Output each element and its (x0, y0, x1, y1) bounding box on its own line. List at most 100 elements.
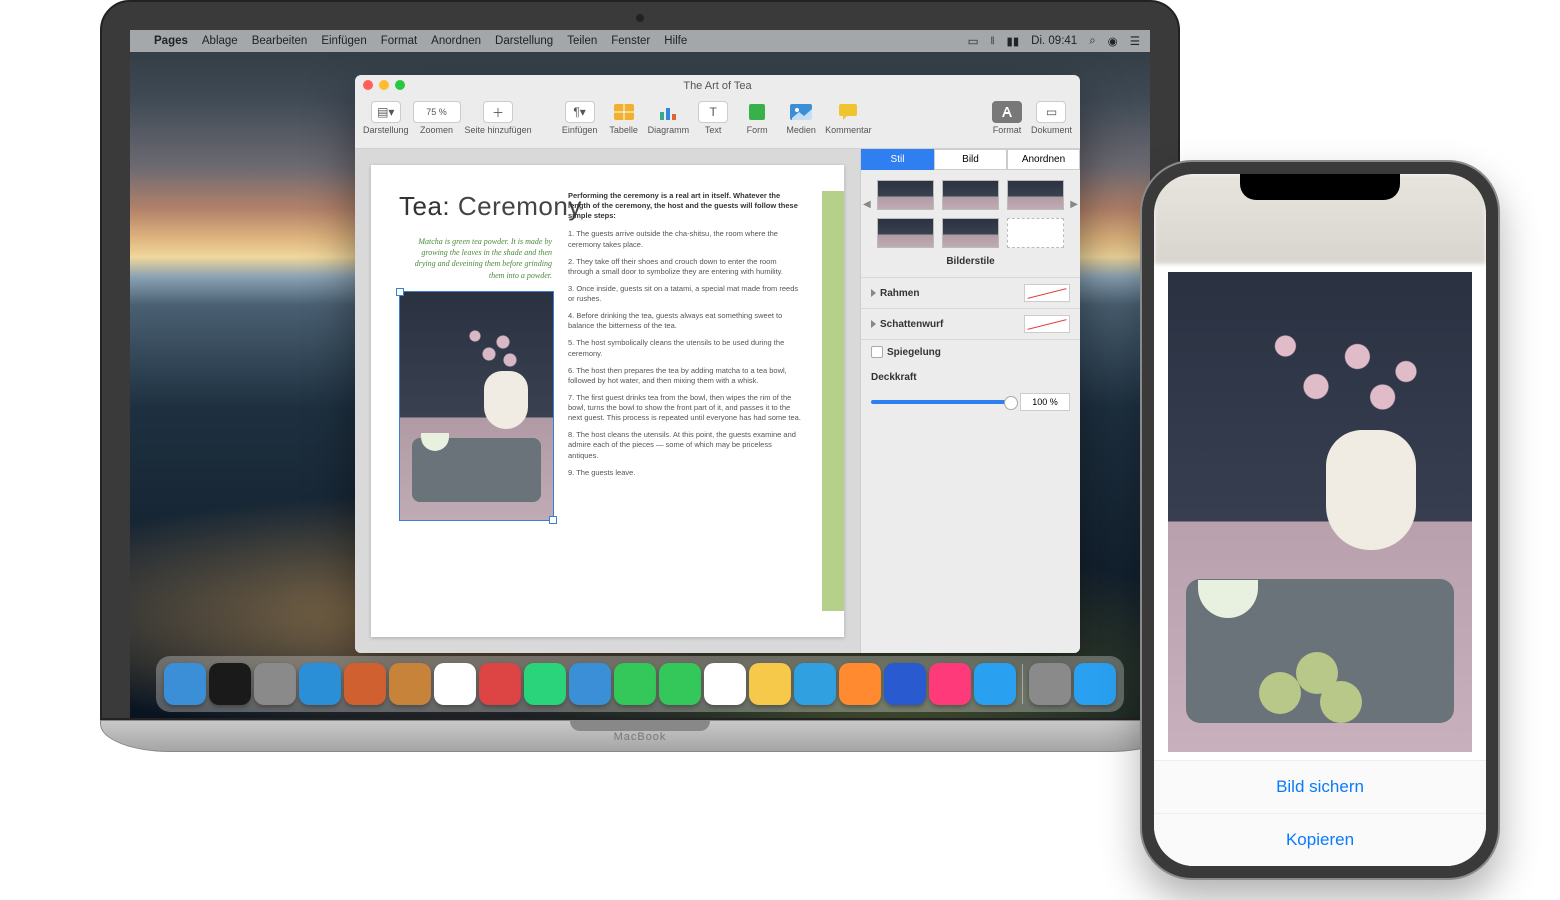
minimize-button[interactable] (379, 80, 389, 90)
document-button[interactable]: ▭Dokument (1031, 101, 1072, 135)
iphone-screen: Bild sichern Kopieren (1154, 174, 1486, 866)
style-thumb[interactable] (942, 180, 999, 210)
intro-text: Performing the ceremony is a real art in… (568, 191, 802, 221)
style-thumb[interactable] (877, 218, 934, 248)
page: Tea: Ceremony Matcha is green tea powder… (371, 165, 844, 637)
menu-einfuegen[interactable]: Einfügen (321, 35, 366, 47)
spotlight-icon[interactable]: ⌕ (1089, 35, 1095, 48)
dock-app[interactable] (479, 663, 521, 705)
copy-button[interactable]: Kopieren (1154, 813, 1486, 866)
menu-fenster[interactable]: Fenster (611, 35, 650, 47)
reflection-row: Spiegelung (861, 339, 1080, 364)
menu-format[interactable]: Format (381, 35, 417, 47)
opacity-slider[interactable] (871, 400, 1012, 404)
tab-stil[interactable]: Stil (861, 149, 934, 170)
next-styles-icon[interactable]: ▶ (1070, 199, 1078, 210)
dock-app[interactable] (299, 663, 341, 705)
dock-app[interactable] (569, 663, 611, 705)
menubar-clock[interactable]: Di. 09:41 (1031, 35, 1077, 47)
dock-app[interactable] (839, 663, 881, 705)
window-title: The Art of Tea (683, 80, 751, 92)
chart-button[interactable]: Diagramm (648, 101, 690, 135)
add-page-button[interactable]: ＋Seite hinzufügen (465, 101, 532, 135)
menu-hilfe[interactable]: Hilfe (664, 35, 687, 47)
image-styles-label: Bilderstile (861, 256, 1080, 267)
iphone-photo-preview[interactable] (1168, 272, 1472, 752)
image-styles-grid: ◀ ▶ (861, 170, 1080, 252)
siri-icon[interactable]: ◉ (1108, 34, 1118, 48)
tab-anordnen[interactable]: Anordnen (1007, 149, 1080, 170)
view-button[interactable]: ▤▾Darstellung (363, 101, 409, 135)
disclosure-icon (871, 289, 876, 297)
shadow-row[interactable]: Schattenwurf (861, 308, 1080, 339)
dock-app[interactable] (929, 663, 971, 705)
style-thumb[interactable] (942, 218, 999, 248)
menu-darstellung[interactable]: Darstellung (495, 35, 553, 47)
dock-app[interactable] (254, 663, 296, 705)
camera-icon (636, 14, 644, 22)
table-button[interactable]: Tabelle (604, 101, 644, 135)
text-button[interactable]: TText (693, 101, 733, 135)
iphone-device: Bild sichern Kopieren (1140, 160, 1500, 880)
window-titlebar[interactable]: The Art of Tea (355, 75, 1080, 97)
dock-app[interactable] (614, 663, 656, 705)
notifications-icon[interactable]: ☰ (1130, 34, 1140, 48)
app-menu[interactable]: Pages (154, 35, 188, 47)
macbook-label: MacBook (614, 731, 667, 743)
airplay-icon[interactable]: ▭ (968, 34, 979, 48)
shape-button[interactable]: Form (737, 101, 777, 135)
menu-teilen[interactable]: Teilen (567, 35, 597, 47)
dock-app[interactable] (704, 663, 746, 705)
reflection-checkbox[interactable] (871, 346, 883, 358)
macbook-bezel: Pages Ablage Bearbeiten Einfügen Format … (100, 0, 1180, 720)
prev-styles-icon[interactable]: ◀ (863, 199, 871, 210)
page-title: Tea: Ceremony (399, 191, 554, 222)
close-button[interactable] (363, 80, 373, 90)
insert-button[interactable]: ¶▾Einfügen (560, 101, 600, 135)
macos-desktop: Pages Ablage Bearbeiten Einfügen Format … (130, 30, 1150, 718)
format-inspector: Stil Bild Anordnen ◀ ▶ (860, 149, 1080, 653)
dock-app[interactable] (524, 663, 566, 705)
dock-app[interactable] (389, 663, 431, 705)
sidenote-text: Matcha is green tea powder. It is made b… (399, 236, 552, 281)
opacity-label: Deckkraft (861, 364, 1080, 383)
style-thumb[interactable] (1007, 180, 1064, 210)
macbook-base: MacBook (100, 720, 1180, 752)
opacity-value[interactable]: 100 % (1020, 393, 1070, 411)
dock-app[interactable] (434, 663, 476, 705)
style-thumb[interactable] (1007, 218, 1064, 248)
iphone-notch (1240, 174, 1400, 200)
menu-ablage[interactable]: Ablage (202, 35, 238, 47)
dock-app[interactable] (1074, 663, 1116, 705)
save-image-button[interactable]: Bild sichern (1154, 760, 1486, 813)
dock-app[interactable] (884, 663, 926, 705)
menu-bearbeiten[interactable]: Bearbeiten (252, 35, 308, 47)
frame-none-swatch[interactable] (1024, 284, 1070, 302)
dock-app[interactable] (1029, 663, 1071, 705)
style-thumb[interactable] (877, 180, 934, 210)
selected-image[interactable] (399, 291, 554, 521)
document-canvas[interactable]: Tea: Ceremony Matcha is green tea powder… (355, 149, 860, 653)
share-sheet-actions: Bild sichern Kopieren (1154, 760, 1486, 866)
dock-app[interactable] (659, 663, 701, 705)
dock-app[interactable] (749, 663, 791, 705)
traffic-lights (363, 80, 405, 90)
fullscreen-button[interactable] (395, 80, 405, 90)
menu-anordnen[interactable]: Anordnen (431, 35, 481, 47)
frame-row[interactable]: Rahmen (861, 277, 1080, 308)
wifi-icon[interactable]: ⧛ (990, 35, 994, 48)
battery-icon[interactable]: ▮▮ (1006, 34, 1019, 48)
format-button[interactable]: Format (987, 101, 1027, 135)
macbook-device: Pages Ablage Bearbeiten Einfügen Format … (100, 0, 1180, 860)
dock-app[interactable] (794, 663, 836, 705)
comment-button[interactable]: Kommentar (825, 101, 872, 135)
zoom-button[interactable]: 75 %Zoomen (413, 101, 461, 135)
media-button[interactable]: Medien (781, 101, 821, 135)
dock-app[interactable] (164, 663, 206, 705)
steps-list: 1. The guests arrive outside the cha-shi… (568, 229, 802, 477)
dock-app[interactable] (974, 663, 1016, 705)
dock-app[interactable] (209, 663, 251, 705)
tab-bild[interactable]: Bild (934, 149, 1007, 170)
shadow-none-swatch[interactable] (1024, 315, 1070, 333)
dock-app[interactable] (344, 663, 386, 705)
